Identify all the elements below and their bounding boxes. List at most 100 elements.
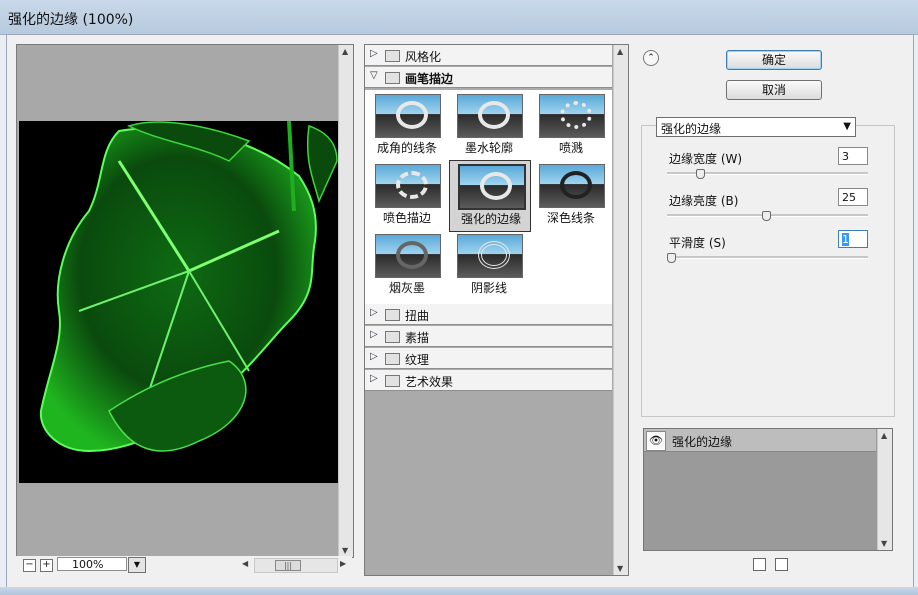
zoom-field[interactable]: 100% (57, 557, 127, 571)
category-label: 风格化 (405, 50, 442, 64)
filter-thumbnail (457, 234, 523, 278)
filter-thumbnail (457, 94, 523, 138)
window-title: 强化的边缘 (100%) (8, 12, 134, 28)
filter-settings-panel (641, 125, 895, 417)
edge-width-label: 边缘宽度 (W) (669, 152, 743, 166)
zoom-out-button[interactable]: − (23, 559, 36, 572)
scroll-up-icon[interactable]: ▲ (881, 431, 887, 440)
category-label: 画笔描边 (405, 72, 454, 86)
new-effect-layer-icon[interactable] (753, 558, 766, 571)
filter-gallery: ▷ 风格化 ▽ 画笔描边 成角的线条 墨水轮廓 喷溅 喷色描边 强化的边缘 深色… (364, 44, 629, 576)
window-bottom-edge (0, 587, 918, 595)
scroll-right-icon[interactable]: ▶ (340, 559, 346, 568)
preview-toolbar: − + 100% ▼ ◀ ||| ▶ (16, 556, 352, 574)
thumb-label: 成角的线条 (376, 141, 437, 155)
edge-width-slider-thumb[interactable] (695, 169, 705, 179)
eye-icon[interactable]: 👁 (646, 431, 666, 451)
scroll-left-icon[interactable]: ◀ (242, 559, 248, 568)
thumb-ink-outlines[interactable]: 墨水轮廓 (451, 92, 527, 162)
edge-width-input[interactable]: 3 (838, 147, 868, 165)
category-brush-strokes[interactable]: ▽ 画笔描边 (365, 67, 612, 88)
collapsed-arrow-icon[interactable]: ▷ (370, 307, 378, 318)
hscroll-thumb[interactable]: ||| (275, 560, 301, 571)
scroll-down-icon[interactable]: ▼ (881, 539, 887, 548)
edge-brightness-value: 25 (842, 191, 856, 204)
thumb-sprayed-strokes[interactable]: 喷色描边 (369, 162, 445, 232)
smoothness-value: 1 (842, 233, 849, 246)
folder-icon (385, 309, 400, 321)
collapsed-arrow-icon[interactable]: ▷ (370, 373, 378, 384)
filter-thumbnail (539, 94, 605, 138)
effect-layer-row[interactable]: 👁 强化的边缘 (644, 429, 876, 452)
scroll-up-icon[interactable]: ▲ (342, 47, 348, 56)
edge-brightness-label: 边缘亮度 (B) (669, 194, 739, 208)
delete-effect-layer-icon[interactable] (775, 558, 788, 571)
category-label: 艺术效果 (405, 375, 454, 389)
thumb-label: 强化的边缘 (460, 212, 521, 226)
thumb-accented-edges[interactable]: 强化的边缘 (449, 160, 531, 232)
folder-icon (385, 331, 400, 343)
thumb-label: 阴影线 (470, 281, 507, 295)
gallery-vscroll[interactable]: ▲ ▼ (613, 45, 628, 575)
edge-width-value: 3 (842, 150, 849, 163)
cancel-button[interactable]: 取消 (726, 80, 822, 100)
thumb-label: 喷色描边 (382, 211, 431, 225)
category-label: 扭曲 (405, 309, 430, 323)
thumb-label: 烟灰墨 (388, 281, 425, 295)
filter-thumbnail (375, 164, 441, 208)
folder-open-icon (385, 72, 400, 84)
filter-thumbnail (375, 234, 441, 278)
layers-footer (643, 554, 891, 574)
thumbnail-grid: 成角的线条 墨水轮廓 喷溅 喷色描边 强化的边缘 深色线条 烟灰墨 阴影线 (365, 90, 612, 305)
folder-icon (385, 50, 400, 62)
category-distort[interactable]: ▷ 扭曲 (365, 304, 612, 325)
chevron-down-icon[interactable]: ▼ (843, 121, 851, 132)
smoothness-slider[interactable] (667, 256, 868, 259)
category-texture[interactable]: ▷ 纹理 (365, 348, 612, 369)
thumb-spatter[interactable]: 喷溅 (533, 92, 609, 162)
filter-select[interactable]: 强化的边缘 ▼ (656, 117, 856, 137)
collapsed-arrow-icon[interactable]: ▷ (370, 329, 378, 340)
thumb-angled-strokes[interactable]: 成角的线条 (369, 92, 445, 162)
collapse-gallery-icon[interactable]: ⌃ (643, 50, 659, 66)
preview-panel[interactable]: ▲ ▼ (16, 44, 354, 558)
thumb-label: 深色线条 (546, 211, 595, 225)
smoothness-slider-thumb[interactable] (667, 253, 676, 263)
collapsed-arrow-icon[interactable]: ▷ (370, 48, 378, 59)
scroll-down-icon[interactable]: ▼ (617, 564, 623, 573)
preview-vscroll[interactable]: ▲ ▼ (338, 45, 353, 557)
category-label: 素描 (405, 331, 430, 345)
filter-thumbnail (458, 164, 526, 210)
thumb-sumi-e[interactable]: 烟灰墨 (369, 232, 445, 302)
thumb-crosshatch[interactable]: 阴影线 (451, 232, 527, 302)
category-label: 纹理 (405, 353, 430, 367)
layers-vscroll[interactable]: ▲ ▼ (877, 429, 892, 550)
expanded-arrow-icon[interactable]: ▽ (370, 70, 378, 81)
preview-hscroll[interactable]: ||| (254, 558, 338, 573)
thumb-label: 喷溅 (558, 141, 583, 155)
filter-select-value: 强化的边缘 (661, 122, 722, 136)
folder-icon (385, 375, 400, 387)
thumb-dark-strokes[interactable]: 深色线条 (533, 162, 609, 232)
smoothness-input[interactable]: 1 (838, 230, 868, 248)
category-stylize[interactable]: ▷ 风格化 (365, 45, 612, 66)
category-sketch[interactable]: ▷ 素描 (365, 326, 612, 347)
category-artistic[interactable]: ▷ 艺术效果 (365, 370, 612, 391)
preview-image[interactable] (19, 121, 338, 483)
zoom-dropdown-icon[interactable]: ▼ (128, 557, 146, 573)
filter-thumbnail (539, 164, 605, 208)
scroll-down-icon[interactable]: ▼ (342, 546, 348, 555)
smoothness-label: 平滑度 (S) (669, 236, 726, 250)
zoom-in-button[interactable]: + (40, 559, 53, 572)
edge-brightness-slider-thumb[interactable] (761, 211, 771, 221)
ok-button[interactable]: 确定 (726, 50, 822, 70)
folder-icon (385, 353, 400, 365)
collapsed-arrow-icon[interactable]: ▷ (370, 351, 378, 362)
thumb-label: 墨水轮廓 (464, 141, 513, 155)
leaf-image (19, 121, 338, 483)
effect-layers-panel: 👁 强化的边缘 ▲ ▼ (643, 428, 893, 551)
effect-layer-name: 强化的边缘 (672, 435, 733, 449)
filter-thumbnail (375, 94, 441, 138)
edge-brightness-input[interactable]: 25 (838, 188, 868, 206)
scroll-up-icon[interactable]: ▲ (617, 47, 623, 56)
